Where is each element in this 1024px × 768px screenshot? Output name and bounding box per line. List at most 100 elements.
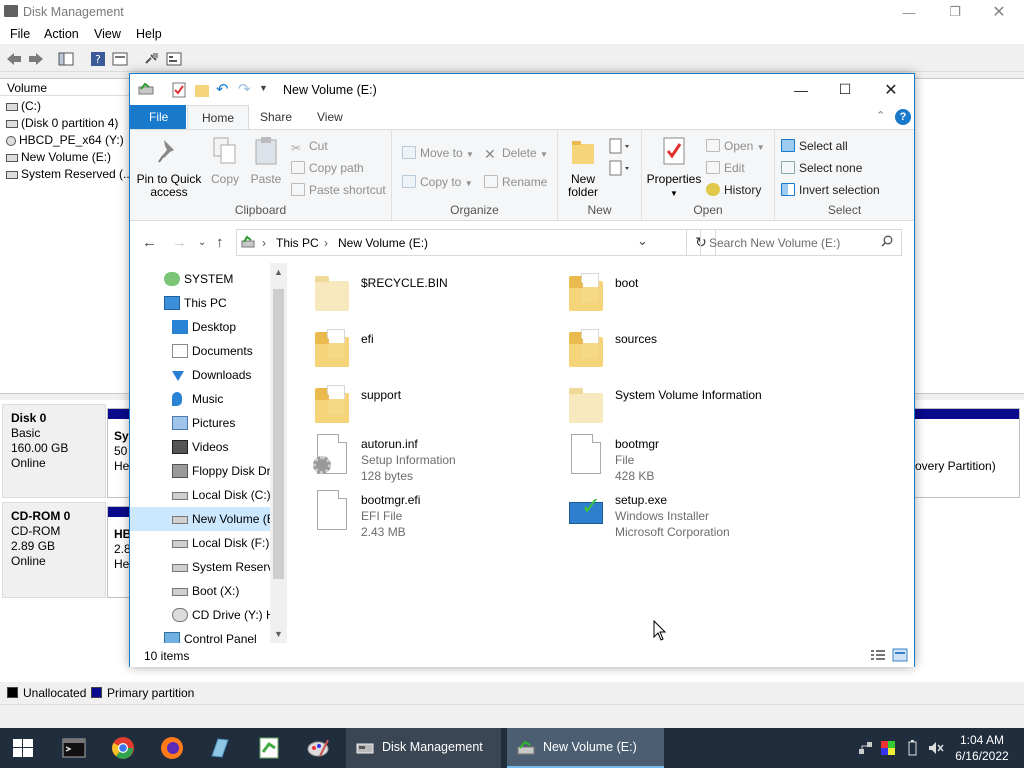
move-to-button[interactable]: Move to ▼ (402, 146, 474, 160)
undo-icon[interactable]: ↶ (216, 80, 229, 98)
volume-row[interactable]: (Disk 0 partition 4) (6, 116, 118, 130)
select-none-button[interactable]: Select none (781, 161, 862, 175)
back-arrow-icon[interactable]: ← (142, 234, 157, 251)
explorer-minimize-button[interactable]: — (778, 74, 824, 105)
dm-close-button[interactable]: ✕ (976, 0, 1022, 24)
history-button[interactable]: History (706, 183, 761, 197)
display-color-icon[interactable] (880, 740, 896, 756)
delete-button[interactable]: ✕ Delete ▼ (484, 146, 548, 162)
scroll-down-icon[interactable]: ▼ (274, 629, 283, 639)
cdrom-label[interactable]: CD-ROM 0 CD-ROM 2.89 GB Online (2, 502, 106, 598)
help-icon[interactable]: ? (895, 109, 911, 125)
recent-locations-icon[interactable]: ⌄ (198, 237, 206, 248)
file-item[interactable]: support (300, 381, 550, 433)
copy-to-button[interactable]: Copy to ▼ (402, 175, 473, 189)
task-explorer[interactable]: New Volume (E:) (507, 728, 664, 768)
sidebar-item-videos[interactable]: Videos (130, 435, 270, 459)
disk0-partition[interactable]: Sys 50 He (107, 408, 131, 498)
new-item-icon[interactable] (608, 138, 632, 154)
file-item[interactable]: $RECYCLE.BIN (300, 269, 550, 321)
connect-icon[interactable] (144, 51, 160, 67)
back-icon[interactable] (6, 51, 22, 67)
tab-share[interactable]: Share (246, 105, 306, 129)
task-disk-management[interactable]: Disk Management (346, 728, 501, 768)
file-item[interactable]: efi (300, 325, 550, 377)
explorer-maximize-button[interactable]: ☐ (822, 74, 868, 105)
settings-panel-icon[interactable] (166, 51, 182, 67)
sidebar-item-desktop[interactable]: Desktop (130, 315, 270, 339)
recovery-partition[interactable]: overy Partition) (914, 408, 1020, 498)
dm-maximize-button[interactable]: ❐ (932, 0, 978, 24)
address-dropdown-icon[interactable]: ⌄ (637, 233, 648, 249)
quick-access-dropdown-icon[interactable]: ▼ (259, 83, 268, 93)
invert-selection-button[interactable]: Invert selection (781, 183, 880, 197)
nav-scroll-thumb[interactable] (273, 289, 284, 579)
volume-row[interactable]: New Volume (E:) (6, 150, 111, 164)
notes-app-icon[interactable] (208, 736, 232, 760)
volume-column-header[interactable]: Volume (0, 79, 130, 96)
file-item[interactable]: bootmgr.efi EFI File 2.43 MB (300, 486, 550, 539)
sidebar-item-floppy[interactable]: Floppy Disk Dri (130, 459, 270, 483)
up-arrow-icon[interactable]: ↑ (216, 234, 224, 251)
properties-quick-icon[interactable] (172, 82, 186, 98)
tab-home[interactable]: Home (187, 105, 250, 129)
rename-button[interactable]: Rename (484, 175, 547, 189)
sidebar-item-documents[interactable]: Documents (130, 339, 270, 363)
file-item[interactable]: sources (554, 325, 804, 377)
large-icons-view-icon[interactable] (892, 648, 908, 662)
easy-access-icon[interactable] (608, 160, 632, 176)
battery-icon[interactable] (904, 740, 920, 756)
dm-menu-file[interactable]: File (10, 27, 30, 41)
tab-file[interactable]: File (130, 105, 186, 129)
sidebar-item-control-panel[interactable]: Control Panel (130, 627, 270, 643)
sidebar-item-music[interactable]: Music (130, 387, 270, 411)
sidebar-item-boot-x[interactable]: Boot (X:) (130, 579, 270, 603)
paint-app-icon[interactable] (306, 736, 330, 760)
open-button[interactable]: Open ▼ (706, 139, 765, 153)
sidebar-item-cd-drive-y[interactable]: CD Drive (Y:) H (130, 603, 270, 627)
pin-to-quick-access-button[interactable]: Pin to Quick access (136, 136, 202, 199)
sidebar-item-system[interactable]: SYSTEM (130, 267, 270, 291)
dm-minimize-button[interactable]: — (886, 0, 932, 24)
network-icon[interactable] (858, 740, 874, 756)
edit-button[interactable]: Edit (706, 161, 745, 175)
details-view-icon[interactable] (870, 649, 886, 661)
terminal-icon[interactable] (62, 736, 86, 760)
volume-row[interactable]: System Reserved (... (6, 167, 133, 181)
breadcrumb-volume[interactable]: New Volume (E:) (338, 236, 428, 250)
sidebar-item-local-disk-f[interactable]: Local Disk (F:) (130, 531, 270, 555)
dm-menu-help[interactable]: Help (136, 27, 162, 41)
disk0-label[interactable]: Disk 0 Basic 160.00 GB Online (2, 404, 106, 498)
new-folder-quick-icon[interactable] (194, 82, 210, 98)
scroll-up-icon[interactable]: ▲ (274, 267, 283, 277)
tab-view[interactable]: View (303, 105, 357, 129)
volume-row[interactable]: HBCD_PE_x64 (Y:) (6, 133, 124, 147)
file-item[interactable]: bootmgr File 428 KB (554, 430, 804, 483)
properties-button[interactable]: Properties ▼ (646, 136, 702, 200)
nav-scrollbar[interactable]: ▲ ▼ (270, 263, 287, 643)
volume-row[interactable]: (C:) (6, 99, 41, 113)
breadcrumb-this-pc[interactable]: This PC (276, 236, 319, 250)
sidebar-item-new-volume-e[interactable]: New Volume (E (130, 507, 270, 531)
cdrom-partition[interactable]: HB 2.8 He (107, 506, 131, 598)
collapse-ribbon-icon[interactable]: ⌃ (876, 109, 885, 122)
paste-shortcut-button[interactable]: Paste shortcut (291, 183, 386, 197)
paste-button[interactable]: Paste (248, 136, 284, 186)
sidebar-item-pictures[interactable]: Pictures (130, 411, 270, 435)
firefox-icon[interactable] (160, 736, 184, 760)
help-icon[interactable]: ? (90, 51, 106, 67)
notepad-plus-icon[interactable] (257, 736, 281, 760)
clock[interactable]: 1:04 AM 6/16/2022 (952, 732, 1012, 764)
file-item[interactable]: System Volume Information (554, 381, 804, 433)
explorer-close-button[interactable]: ✕ (868, 74, 914, 105)
redo-icon[interactable]: ↷ (238, 80, 251, 98)
properties-icon[interactable] (112, 51, 128, 67)
file-item[interactable]: boot (554, 269, 804, 321)
copy-button[interactable]: Copy (206, 136, 244, 186)
forward-icon[interactable] (28, 51, 44, 67)
dm-menu-action[interactable]: Action (44, 27, 79, 41)
sidebar-item-system-reserved[interactable]: System Reserve (130, 555, 270, 579)
console-tree-icon[interactable] (58, 51, 74, 67)
select-all-button[interactable]: Select all (781, 139, 848, 153)
volume-muted-icon[interactable] (928, 740, 944, 756)
